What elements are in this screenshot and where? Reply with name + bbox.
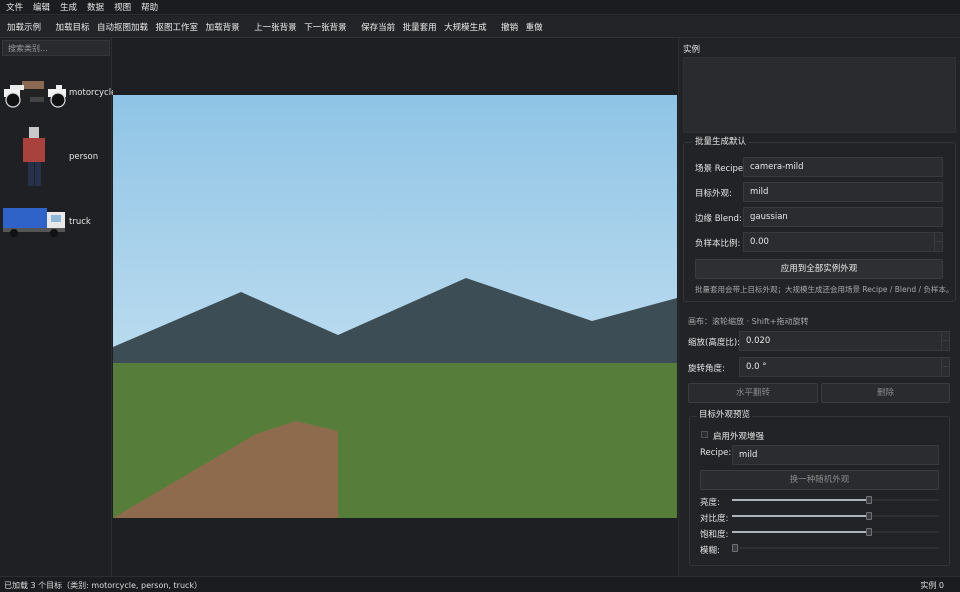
menu-generate[interactable]: 生成 bbox=[60, 1, 77, 13]
target-appearance-label: 目标外观: bbox=[695, 189, 732, 199]
truck-thumbnail bbox=[3, 208, 65, 237]
brightness-label: 亮度: bbox=[700, 498, 720, 508]
contrast-label: 对比度: bbox=[700, 514, 729, 524]
status-bar: 已加载 3 个目标（类别: motorcycle, person, truck）… bbox=[0, 576, 960, 592]
category-label: truck bbox=[69, 217, 91, 227]
brightness-fill bbox=[732, 499, 869, 501]
toolbar: 加载示例 加载目标 自动抠图加载 抠图工作室 加载背景 上一张背景 下一张背景 … bbox=[0, 16, 960, 38]
motorcycle-thumbnail bbox=[4, 81, 66, 108]
matting-studio-button[interactable]: 抠图工作室 bbox=[153, 21, 202, 33]
category-sidebar: 搜索类别... motorcycle person truck bbox=[0, 38, 116, 576]
scale-value: 0.020 bbox=[746, 336, 771, 346]
instance-count: 实例 0 bbox=[920, 581, 944, 590]
rotation-spinbox[interactable]: 0.0 ° bbox=[739, 357, 950, 377]
instances-title: 实例 bbox=[683, 45, 701, 55]
load-target-button[interactable]: 加载目标 bbox=[53, 21, 93, 33]
batch-apply-button[interactable]: 批量套用 bbox=[400, 21, 440, 33]
canvas-hint-text: 画布：滚轮缩放 · Shift+拖动旋转 bbox=[688, 317, 809, 326]
background-scene[interactable] bbox=[113, 95, 677, 518]
menu-data[interactable]: 数据 bbox=[87, 1, 104, 13]
status-text: 已加载 3 个目标（类别: motorcycle, person, truck） bbox=[4, 581, 203, 590]
negative-ratio-label: 负样本比例: bbox=[695, 239, 741, 249]
load-background-button[interactable]: 加载背景 bbox=[203, 21, 243, 33]
recipe-label: Recipe: bbox=[700, 448, 732, 458]
category-label: person bbox=[69, 152, 99, 162]
category-label: motorcycle bbox=[69, 88, 117, 98]
save-current-button[interactable]: 保存当前 bbox=[358, 21, 398, 33]
canvas-area[interactable] bbox=[113, 38, 677, 576]
apply-all-appearance-button[interactable]: 应用到全部实例外观 bbox=[695, 259, 943, 279]
saturation-fill bbox=[732, 531, 869, 533]
blur-handle[interactable] bbox=[732, 544, 738, 552]
prev-background-button[interactable]: 上一张背景 bbox=[251, 21, 300, 33]
appearance-preview-title: 目标外观预览 bbox=[697, 408, 753, 420]
instances-list[interactable] bbox=[683, 57, 956, 133]
category-item-person[interactable]: person bbox=[0, 127, 112, 187]
scene-recipe-label: 场景 Recipe: bbox=[695, 164, 746, 174]
scale-spinbox[interactable]: 0.020 bbox=[739, 331, 950, 351]
batch-hint-text: 批量套用会带上目标外观；大规模生成还会用场景 Recipe / Blend / … bbox=[695, 285, 954, 294]
properties-panel: 实例 批量生成默认 场景 Recipe: camera-mild 目标外观: m… bbox=[678, 38, 960, 576]
category-item-motorcycle[interactable]: motorcycle bbox=[0, 63, 116, 123]
scene-recipe-select[interactable]: camera-mild bbox=[743, 157, 943, 177]
menu-view[interactable]: 视图 bbox=[114, 1, 131, 13]
target-appearance-select[interactable]: mild bbox=[743, 182, 943, 202]
enable-aug-checkbox[interactable] bbox=[701, 431, 708, 438]
spin-arrows-icon[interactable] bbox=[934, 233, 942, 251]
scale-label: 缩放(高度比): bbox=[688, 338, 740, 348]
spin-arrows-icon[interactable] bbox=[941, 358, 949, 376]
contrast-fill bbox=[732, 515, 869, 517]
edge-blend-select[interactable]: gaussian bbox=[743, 207, 943, 227]
large-scale-button[interactable]: 大规模生成 bbox=[441, 21, 490, 33]
person-thumbnail bbox=[23, 127, 45, 186]
load-example-button[interactable]: 加载示例 bbox=[4, 21, 44, 33]
flip-horizontal-button[interactable]: 水平翻转 bbox=[688, 383, 818, 403]
recipe-select[interactable]: mild bbox=[732, 445, 939, 465]
spin-arrows-icon[interactable] bbox=[941, 332, 949, 350]
enable-aug-label: 启用外观增强 bbox=[713, 432, 765, 442]
saturation-label: 饱和度: bbox=[700, 530, 729, 540]
rotation-value: 0.0 ° bbox=[746, 362, 767, 372]
negative-ratio-value: 0.00 bbox=[750, 237, 769, 247]
auto-load-button[interactable]: 自动抠图加载 bbox=[94, 21, 151, 33]
blur-slider[interactable] bbox=[732, 544, 939, 552]
menu-bar: 文件 编辑 生成 数据 视图 帮助 bbox=[0, 0, 960, 15]
edge-blend-label: 边缘 Blend: bbox=[695, 214, 742, 224]
blur-label: 模糊: bbox=[700, 546, 720, 556]
category-item-truck[interactable]: truck bbox=[0, 192, 112, 252]
negative-ratio-spinbox[interactable]: 0.00 bbox=[743, 232, 943, 252]
saturation-handle[interactable] bbox=[865, 528, 872, 536]
rotation-label: 旋转角度: bbox=[688, 364, 725, 374]
category-search-input[interactable]: 搜索类别... bbox=[2, 40, 110, 56]
contrast-slider[interactable] bbox=[732, 512, 939, 520]
undo-button[interactable]: 撤销 bbox=[498, 21, 521, 33]
brightness-slider[interactable] bbox=[732, 496, 939, 504]
random-appearance-button[interactable]: 换一种随机外观 bbox=[700, 470, 939, 490]
contrast-handle[interactable] bbox=[865, 512, 872, 520]
menu-file[interactable]: 文件 bbox=[6, 1, 23, 13]
menu-edit[interactable]: 编辑 bbox=[33, 1, 50, 13]
delete-button[interactable]: 删除 bbox=[821, 383, 950, 403]
batch-defaults-title: 批量生成默认 bbox=[693, 135, 749, 147]
brightness-handle[interactable] bbox=[865, 496, 872, 504]
redo-button[interactable]: 重做 bbox=[523, 21, 546, 33]
next-background-button[interactable]: 下一张背景 bbox=[301, 21, 350, 33]
menu-help[interactable]: 帮助 bbox=[141, 1, 158, 13]
saturation-slider[interactable] bbox=[732, 528, 939, 536]
